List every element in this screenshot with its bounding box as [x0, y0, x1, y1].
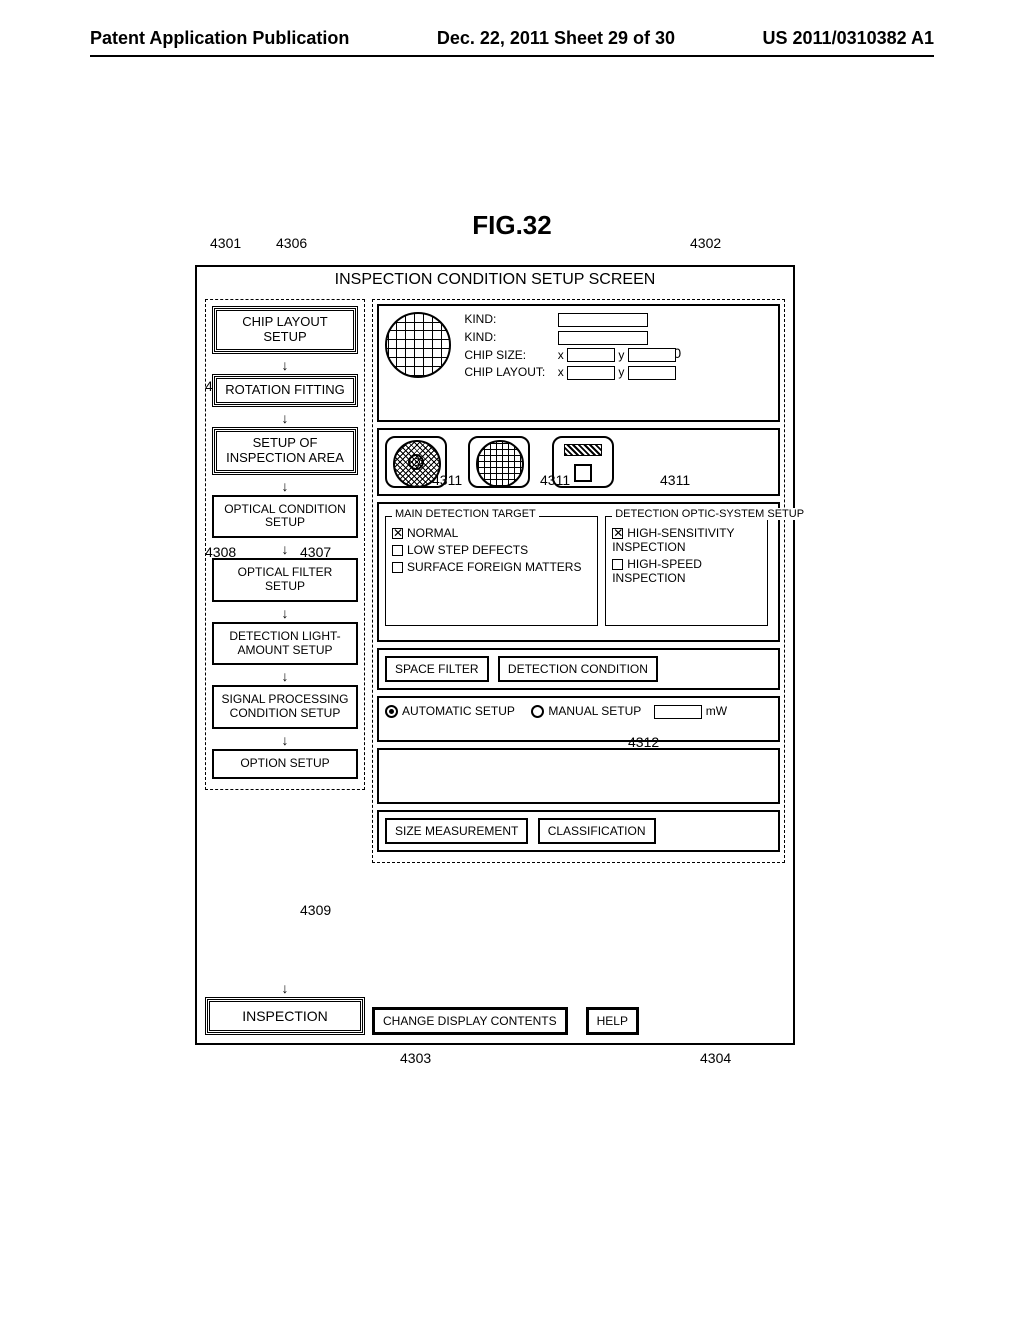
arrow-icon: ↓ [212, 411, 358, 425]
ref-4303: 4303 [400, 1050, 431, 1066]
inspection-setup-screen: INSPECTION CONDITION SETUP SCREEN CHIP L… [195, 265, 795, 1045]
checkbox-normal-label: NORMAL [407, 526, 458, 540]
help-button[interactable]: HELP [586, 1007, 639, 1035]
radio-icon [531, 705, 544, 718]
checkbox-icon [392, 562, 403, 573]
detection-optic-group: DETECTION OPTIC-SYSTEM SETUP HIGH-SENSIT… [605, 516, 768, 626]
optical-condition-panel: MAIN DETECTION TARGET NORMAL LOW STEP DE… [377, 502, 780, 642]
main-detection-target-group: MAIN DETECTION TARGET NORMAL LOW STEP DE… [385, 516, 598, 626]
checkbox-normal[interactable]: NORMAL [392, 526, 591, 540]
step-light-amount[interactable]: DETECTION LIGHT-AMOUNT SETUP [212, 622, 358, 666]
optical-filter-panel: SPACE FILTER DETECTION CONDITION [377, 648, 780, 690]
checkbox-highspeed-label: HIGH-SPEED INSPECTION [612, 557, 702, 585]
step-optical-filter[interactable]: OPTICAL FILTER SETUP [212, 558, 358, 602]
chip-layout-panel: KIND: KIND: CHIP SIZE: x y CHIP LAYOUT: … [377, 304, 780, 422]
page-header: Patent Application Publication Dec. 22, … [90, 28, 934, 57]
y-label: y [618, 365, 624, 379]
checkbox-icon [612, 528, 623, 539]
mw-unit: mW [706, 704, 727, 718]
page: Patent Application Publication Dec. 22, … [0, 0, 1024, 1320]
option-panel: SIZE MEASUREMENT CLASSIFICATION [377, 810, 780, 852]
checkbox-highsens-label: HIGH-SENSITIVITY INSPECTION [612, 526, 734, 554]
step-optical-condition[interactable]: OPTICAL CONDITION SETUP [212, 495, 358, 539]
kind2-input[interactable] [558, 331, 648, 345]
step-chip-layout-setup[interactable]: CHIP LAYOUT SETUP [212, 306, 358, 354]
chip-size-y-input[interactable] [628, 348, 676, 362]
radio-manual[interactable]: MANUAL SETUP [531, 704, 641, 718]
header-right: US 2011/0310382 A1 [763, 28, 934, 49]
checkbox-low-step[interactable]: LOW STEP DEFECTS [392, 543, 591, 557]
chip-layout-label: CHIP LAYOUT: [464, 365, 554, 379]
checkbox-icon [392, 545, 403, 556]
ref-4301: 4301 [210, 235, 241, 251]
bottom-bar: CHANGE DISPLAY CONTENTS HELP [372, 1007, 785, 1035]
radio-automatic[interactable]: AUTOMATIC SETUP [385, 704, 515, 718]
panels-column: KIND: KIND: CHIP SIZE: x y CHIP LAYOUT: … [372, 299, 785, 863]
checkbox-icon [612, 559, 623, 570]
inspection-action: ↓ INSPECTION [205, 981, 365, 1035]
chip-layout-x-input[interactable] [567, 366, 615, 380]
step-rotation-fitting[interactable]: ROTATION FITTING [212, 374, 358, 407]
step-inspection-area[interactable]: SETUP OF INSPECTION AREA [212, 427, 358, 475]
ref-4304: 4304 [700, 1050, 731, 1066]
y-label: y [618, 348, 624, 362]
area-option-3[interactable] [552, 436, 614, 488]
mw-input[interactable] [654, 705, 702, 719]
arrow-icon: ↓ [205, 981, 365, 995]
ref-4306a: 4306 [276, 235, 307, 251]
checkbox-high-speed[interactable]: HIGH-SPEED INSPECTION [612, 557, 761, 585]
step-option-setup[interactable]: OPTION SETUP [212, 749, 358, 779]
screen-title: INSPECTION CONDITION SETUP SCREEN [197, 267, 793, 295]
size-measurement-button[interactable]: SIZE MEASUREMENT [385, 818, 528, 844]
ref-4302: 4302 [690, 235, 721, 251]
change-display-button[interactable]: CHANGE DISPLAY CONTENTS [372, 1007, 568, 1035]
arrow-icon: ↓ [212, 358, 358, 372]
chip-layout-fields: KIND: KIND: CHIP SIZE: x y CHIP LAYOUT: … [464, 312, 675, 383]
wafer-icon [385, 312, 451, 378]
area-option-2[interactable] [468, 436, 530, 488]
space-filter-button[interactable]: SPACE FILTER [385, 656, 489, 682]
checkbox-high-sensitivity[interactable]: HIGH-SENSITIVITY INSPECTION [612, 526, 761, 554]
header-center: Dec. 22, 2011 Sheet 29 of 30 [437, 28, 675, 49]
checkbox-surface-foreign[interactable]: SURFACE FOREIGN MATTERS [392, 560, 591, 574]
arrow-icon: ↓ [212, 542, 358, 556]
light-amount-panel: AUTOMATIC SETUP MANUAL SETUP mW [377, 696, 780, 742]
x-label: x [558, 348, 564, 362]
radio-auto-label: AUTOMATIC SETUP [402, 704, 515, 718]
chip-size-label: CHIP SIZE: [464, 348, 554, 362]
x-label: x [558, 365, 564, 379]
step-signal-processing[interactable]: SIGNAL PROCESSING CONDITION SETUP [212, 685, 358, 729]
checkbox-icon [392, 528, 403, 539]
checkbox-surface-label: SURFACE FOREIGN MATTERS [407, 560, 581, 574]
detection-condition-button[interactable]: DETECTION CONDITION [498, 656, 658, 682]
inspection-button[interactable]: INSPECTION [205, 997, 365, 1035]
main-detection-legend: MAIN DETECTION TARGET [392, 508, 539, 520]
detection-optic-legend: DETECTION OPTIC-SYSTEM SETUP [612, 508, 807, 520]
radio-icon [385, 705, 398, 718]
classification-button[interactable]: CLASSIFICATION [538, 818, 656, 844]
kind1-label: KIND: [464, 312, 554, 326]
arrow-icon: ↓ [212, 606, 358, 620]
signal-processing-panel [377, 748, 780, 804]
arrow-icon: ↓ [212, 669, 358, 683]
workflow-column: CHIP LAYOUT SETUP ↓ ROTATION FITTING ↓ S… [205, 299, 365, 790]
radio-manual-label: MANUAL SETUP [548, 704, 641, 718]
checkbox-lowstep-label: LOW STEP DEFECTS [407, 543, 528, 557]
chip-size-x-input[interactable] [567, 348, 615, 362]
kind1-input[interactable] [558, 313, 648, 327]
figure-label: FIG.32 [0, 210, 1024, 241]
kind2-label: KIND: [464, 330, 554, 344]
arrow-icon: ↓ [212, 733, 358, 747]
chip-layout-y-input[interactable] [628, 366, 676, 380]
header-left: Patent Application Publication [90, 28, 349, 49]
arrow-icon: ↓ [212, 479, 358, 493]
inspection-area-panel [377, 428, 780, 496]
area-option-1[interactable] [385, 436, 447, 488]
